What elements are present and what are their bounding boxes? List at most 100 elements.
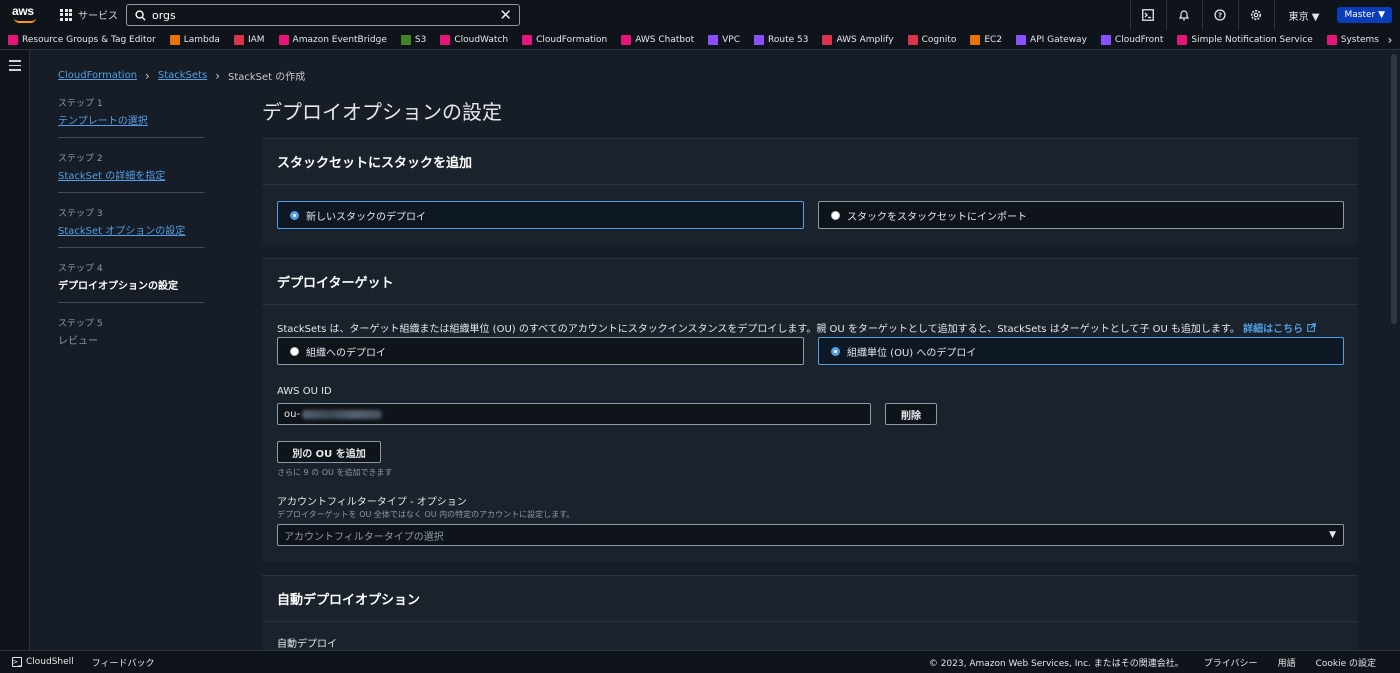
radio-label: 新しいスタックのデプロイ — [306, 211, 426, 223]
radio-selected-icon — [831, 346, 840, 356]
step-review: レビュー — [58, 336, 98, 347]
radio-unselected-icon — [290, 346, 299, 356]
help-icon[interactable]: ? — [1201, 0, 1238, 30]
service-icon — [1100, 34, 1111, 45]
account-menu[interactable]: Master ▼ — [1337, 7, 1392, 23]
favorite-item[interactable]: Lambda — [169, 34, 220, 45]
favorite-item[interactable]: Resource Groups & Tag Editor — [8, 34, 156, 45]
radio-selected-icon — [290, 210, 299, 220]
page-title: デプロイオプションの設定 — [262, 100, 502, 124]
radio-deploy-to-organization[interactable]: 組織へのデプロイ — [277, 337, 804, 365]
favorite-item[interactable]: EC2 — [970, 34, 1002, 45]
ou-id-label: AWS OU ID — [277, 386, 332, 397]
deploy-targets-panel: デプロイターゲット StackSets は、ターゲット組織または組織単位 (OU… — [262, 258, 1358, 562]
service-icon — [440, 34, 451, 45]
bell-icon[interactable] — [1165, 0, 1202, 30]
account-filter-hint: デプロイターゲットを OU 全体ではなく OU 内の特定のアカウントに設定します… — [277, 510, 575, 519]
terms-link[interactable]: 用語 — [1278, 656, 1296, 669]
chevron-right-icon[interactable]: › — [1380, 30, 1400, 49]
favorite-label: API Gateway — [1030, 34, 1087, 45]
favorite-label: AWS Chatbot — [635, 34, 695, 45]
radio-label: スタックをスタックセットにインポート — [847, 211, 1027, 223]
favorite-label: IAM — [247, 34, 265, 45]
search-input[interactable]: orgs ✕ — [126, 4, 520, 26]
remove-ou-button[interactable]: 削除 — [885, 403, 937, 425]
favorite-item[interactable]: CloudFormation — [522, 34, 608, 45]
favorite-item[interactable]: Simple Notification Service — [1177, 34, 1313, 45]
close-icon[interactable]: ✕ — [499, 6, 512, 24]
favorite-item[interactable]: IAM — [233, 34, 265, 45]
description-text: StackSets は、ターゲット組織または組織単位 (OU) のすべてのアカウ… — [277, 324, 1240, 335]
service-icon — [233, 34, 244, 45]
favorite-item[interactable]: AWS Amplify — [822, 34, 894, 45]
ou-id-value: ou- — [284, 408, 301, 420]
gear-icon[interactable] — [1237, 0, 1274, 30]
breadcrumb-cloudformation[interactable]: CloudFormation — [58, 70, 137, 81]
step-link-stackset-details[interactable]: StackSet の詳細を指定 — [58, 171, 165, 182]
cookie-settings-link[interactable]: Cookie の設定 — [1316, 656, 1376, 669]
region-selector[interactable]: 東京 ▼ — [1273, 0, 1334, 30]
step-number: ステップ 2 — [58, 154, 103, 164]
footer: >_ CloudShell フィードバック © 2023, Amazon Web … — [0, 650, 1400, 673]
favorite-label: CloudWatch — [454, 34, 509, 45]
ou-id-field[interactable]: ou- — [277, 403, 871, 425]
menu-icon[interactable] — [9, 60, 21, 74]
aws-logo[interactable]: aws — [12, 4, 38, 24]
favorite-item[interactable]: Cognito — [907, 34, 956, 45]
learn-more-link[interactable]: 詳細はこちら — [1243, 323, 1316, 335]
breadcrumb-stacksets[interactable]: StackSets — [158, 70, 207, 81]
redacted-value — [302, 409, 383, 419]
favorite-item[interactable]: AWS Chatbot — [621, 34, 695, 45]
favorite-item[interactable]: API Gateway — [1016, 34, 1087, 45]
service-icon — [907, 34, 918, 45]
favorite-item[interactable]: CloudFront — [1100, 34, 1163, 45]
add-ou-button[interactable]: 別の OU を追加 — [277, 441, 381, 463]
account-filter-select[interactable]: アカウントフィルタータイプの選択 ▼ — [277, 524, 1344, 546]
scrollbar-thumb[interactable] — [1391, 54, 1397, 324]
page-scrollbar[interactable] — [1388, 50, 1400, 650]
radio-deploy-to-ou[interactable]: 組織単位 (OU) へのデプロイ — [818, 337, 1344, 365]
radio-unselected-icon — [831, 210, 840, 220]
favorite-label: CloudFormation — [536, 34, 608, 45]
favorite-label: VPC — [722, 34, 741, 45]
copyright-text: © 2023, Amazon Web Services, Inc. またはその関… — [928, 658, 1184, 669]
service-icon — [708, 34, 719, 45]
add-stacks-panel: スタックセットにスタックを追加 新しいスタックのデプロイ スタックをスタックセッ… — [262, 138, 1358, 244]
favorite-label: AWS Amplify — [836, 34, 894, 45]
favorite-label: Simple Notification Service — [1191, 34, 1313, 45]
step-link-select-template[interactable]: テンプレートの選択 — [58, 116, 148, 127]
service-icon — [278, 34, 289, 45]
service-icon — [1177, 34, 1188, 45]
panel-heading: スタックセットにスタックを追加 — [262, 139, 1358, 185]
favorite-item[interactable]: VPC — [708, 34, 741, 45]
radio-import-stacks[interactable]: スタックをスタックセットにインポート — [818, 201, 1344, 229]
svg-text:?: ? — [1218, 12, 1222, 20]
favorite-item[interactable]: Route 53 — [754, 34, 808, 45]
caret-down-icon: ▼ — [1329, 530, 1336, 540]
favorite-item[interactable]: Amazon EventBridge — [278, 34, 387, 45]
deploy-targets-description: StackSets は、ターゲット組織または組織単位 (OU) のすべてのアカウ… — [277, 320, 1316, 335]
panel-heading: デプロイターゲット — [262, 259, 1358, 305]
privacy-link[interactable]: プライバシー — [1204, 656, 1258, 669]
feedback-button[interactable]: フィードバック — [92, 656, 155, 669]
radio-deploy-new-stacks[interactable]: 新しいスタックのデプロイ — [277, 201, 804, 229]
cloudshell-icon[interactable] — [1129, 0, 1166, 30]
search-value: orgs — [152, 8, 176, 22]
chevron-right-icon: › — [145, 68, 150, 83]
service-icon — [621, 34, 632, 45]
favorite-item[interactable]: CloudWatch — [440, 34, 509, 45]
service-icon — [1016, 34, 1027, 45]
favorite-item[interactable]: S3 — [400, 34, 426, 45]
services-menu[interactable]: サービス — [60, 7, 118, 22]
cloudshell-button[interactable]: >_ CloudShell — [12, 657, 74, 667]
radio-label: 組織単位 (OU) へのデプロイ — [847, 347, 977, 359]
radio-label: 組織へのデプロイ — [306, 347, 386, 359]
grid-icon — [60, 8, 72, 21]
services-label: サービス — [78, 11, 118, 22]
account-filter-label: アカウントフィルタータイプ - オプション — [277, 497, 467, 508]
service-icon — [1326, 34, 1337, 45]
panel-heading: 自動デプロイオプション — [262, 576, 1358, 622]
top-navigation-bar: aws サービス orgs ✕ ? 東京 ▼ Master ▼ — [0, 0, 1400, 30]
terminal-icon: >_ — [12, 657, 22, 667]
step-link-stackset-options[interactable]: StackSet オプションの設定 — [58, 226, 185, 237]
